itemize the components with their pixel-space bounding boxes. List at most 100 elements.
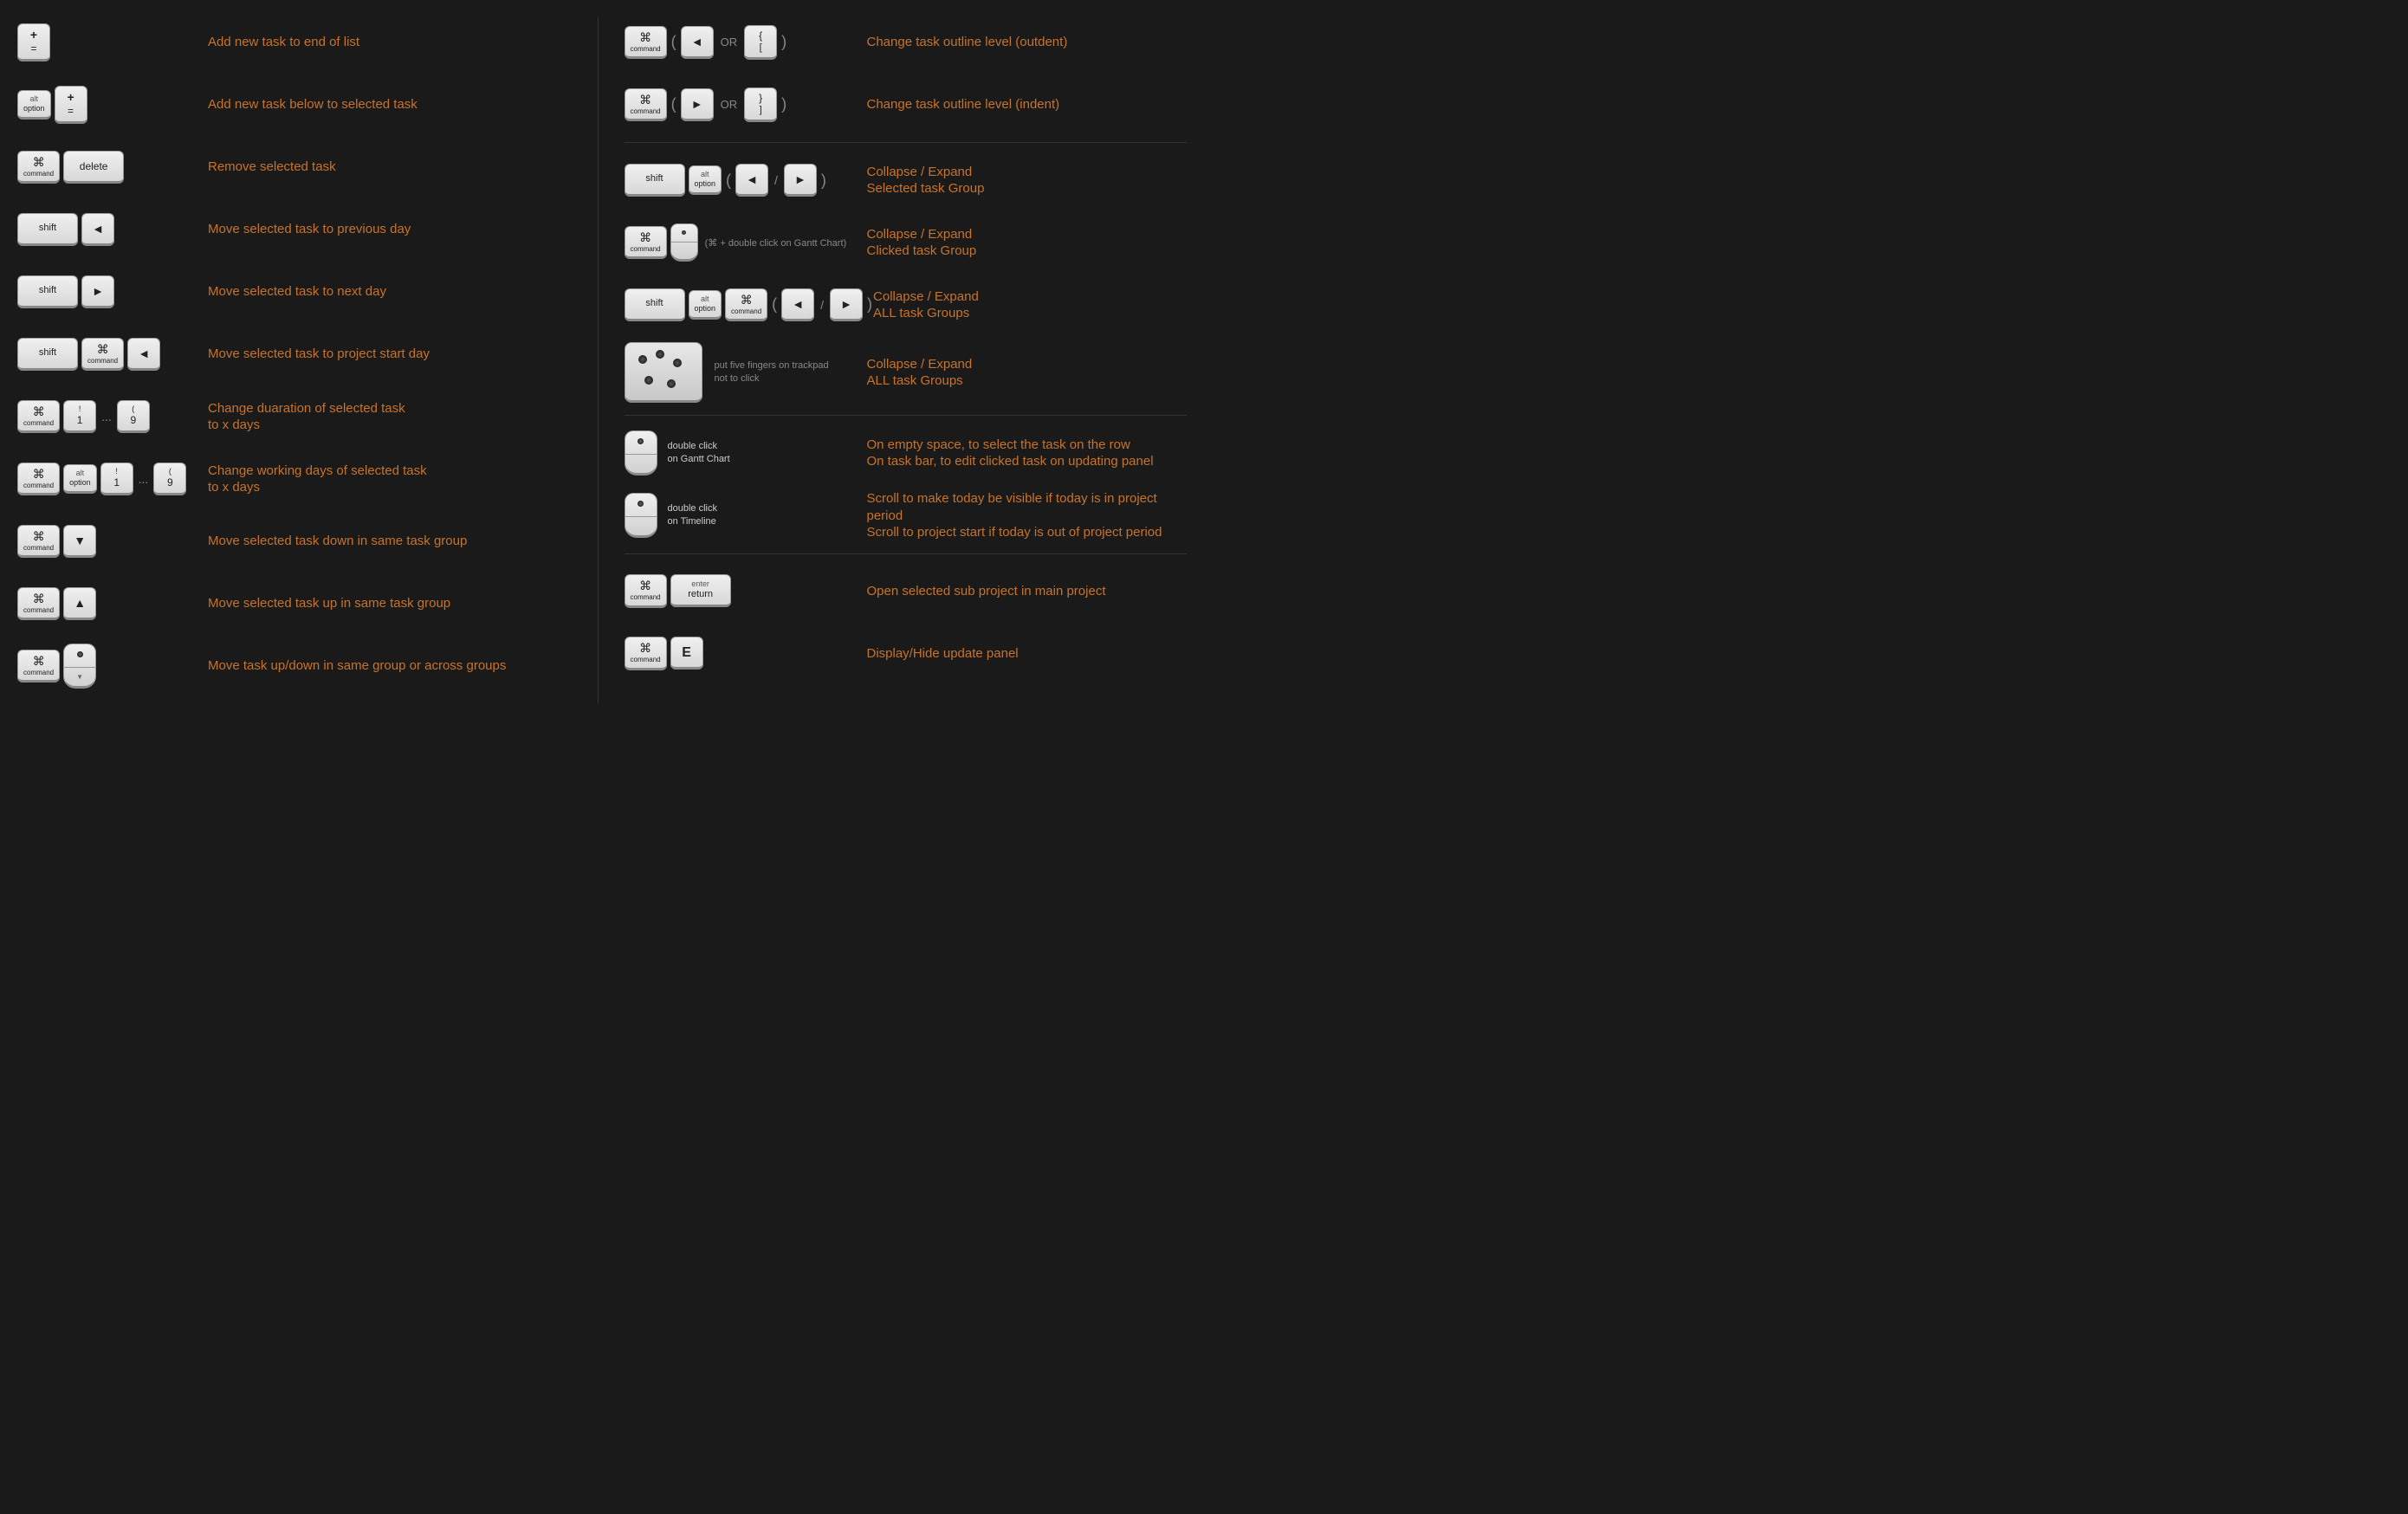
- shortcut-collapse-all: shift alt option ⌘ command ( ◄ / ►: [625, 280, 1188, 330]
- desc-display-panel: Display/Hide update panel: [867, 645, 1188, 663]
- key-command-6: ⌘ command: [17, 587, 60, 620]
- desc-prev-day: Move selected task to previous day: [208, 221, 580, 238]
- key-left-arrow-2: ◄: [127, 338, 160, 371]
- desc-remove: Remove selected task: [208, 159, 580, 176]
- key-right-collapse: ►: [784, 164, 817, 197]
- dbl-click-gantt-label: (⌘ + double click on Gantt Chart): [705, 237, 847, 249]
- key-right-all: ►: [830, 288, 863, 321]
- dots-working: ...: [139, 472, 149, 486]
- key-left-collapse: ◄: [735, 164, 768, 197]
- mouse-dot-small: [682, 230, 686, 235]
- keys-prev-day: shift ◄: [17, 213, 208, 246]
- keys-trackpad: put five fingers on trackpadnot to click: [625, 342, 867, 403]
- desc-trackpad: Collapse / ExpandALL task Groups: [867, 356, 1188, 390]
- keys-outdent: ⌘ command ( ◄ OR { [ ): [625, 25, 867, 60]
- keys-start-day: shift ⌘ command ◄: [17, 338, 208, 371]
- key-shift-r1: shift: [625, 164, 685, 197]
- keys-add-below: alt option + =: [17, 86, 208, 123]
- desc-collapse-all: Collapse / ExpandALL task Groups: [873, 288, 1187, 322]
- keys-move-mouse: ⌘ command ▼: [17, 644, 208, 689]
- key-1-working: ! 1: [100, 463, 133, 495]
- or-outdent: OR: [721, 36, 738, 49]
- keys-next-day: shift ►: [17, 275, 208, 308]
- key-alt-option-1: alt option: [17, 90, 51, 120]
- paren-close-1: ): [781, 33, 786, 51]
- key-command-r2: ⌘ command: [625, 88, 667, 121]
- paren-close-4: ): [867, 295, 872, 314]
- key-plus-equal: + =: [17, 23, 50, 61]
- key-alt-option-r2: alt option: [689, 290, 722, 320]
- right-shortcuts-column: ⌘ command ( ◄ OR { [ ) Change task outli…: [599, 17, 1188, 703]
- desc-add-end: Add new task to end of list: [208, 34, 580, 51]
- key-command-7: ⌘ command: [17, 650, 60, 683]
- paren-open-4: (: [772, 295, 777, 314]
- keys-working-days: ⌘ command alt option ! 1 ... ( 9: [17, 463, 208, 495]
- key-plus-equal-2: + =: [55, 86, 87, 123]
- paren-open-3: (: [726, 171, 731, 190]
- key-command-r4: ⌘ command: [725, 288, 767, 321]
- mouse-line-small: [671, 242, 697, 243]
- divider-3: [625, 553, 1188, 554]
- dbl-timeline-label: double clickon Timeline: [668, 502, 717, 529]
- key-right-arrow-indent: ►: [681, 88, 714, 121]
- five-fingers-label: put five fingers on trackpadnot to click: [715, 359, 829, 386]
- keys-remove: ⌘ command delete: [17, 151, 208, 184]
- finger-dot-5: [667, 379, 676, 388]
- shortcut-dbl-timeline: double clickon Timeline Scroll to make t…: [625, 490, 1188, 541]
- mouse-gantt-clicked: [670, 223, 698, 262]
- key-left-arrow-1: ◄: [81, 213, 114, 246]
- keys-dbl-gantt: double clickon Gantt Chart: [625, 430, 867, 476]
- keys-collapse-selected: shift alt option ( ◄ / ► ): [625, 164, 867, 197]
- key-command-4: ⌘ command: [17, 463, 60, 495]
- paren-open-2: (: [671, 95, 676, 113]
- desc-collapse-clicked: Collapse / ExpandClicked task Group: [867, 226, 1188, 260]
- shortcut-start-day: shift ⌘ command ◄ Move selected task to …: [17, 329, 580, 379]
- left-shortcuts-column: + = Add new task to end of list alt opti…: [17, 17, 599, 703]
- key-shift-r2: shift: [625, 288, 685, 321]
- dots-duration: ...: [101, 410, 112, 424]
- desc-move-up: Move selected task up in same task group: [208, 595, 580, 612]
- finger-dot-3: [673, 359, 682, 367]
- mouse-line-gantt: [625, 454, 657, 455]
- shortcut-next-day: shift ► Move selected task to next day: [17, 267, 580, 317]
- keys-open-sub: ⌘ command enter return: [625, 574, 867, 607]
- mouse-dot-timeline: [638, 501, 644, 507]
- desc-dbl-timeline: Scroll to make today be visible if today…: [867, 490, 1188, 541]
- shortcut-move-mouse: ⌘ command ▼ Move task up/down in same gr…: [17, 641, 580, 691]
- shortcut-prev-day: shift ◄ Move selected task to previous d…: [17, 204, 580, 255]
- desc-start-day: Move selected task to project start day: [208, 346, 580, 363]
- paren-open-1: (: [671, 33, 676, 51]
- keys-move-down: ⌘ command ▼: [17, 525, 208, 558]
- desc-move-down: Move selected task down in same task gro…: [208, 533, 580, 550]
- finger-dot-2: [656, 350, 664, 359]
- key-9-duration: ( 9: [117, 400, 150, 433]
- keys-dbl-timeline: double clickon Timeline: [625, 493, 867, 538]
- shortcut-add-end: + = Add new task to end of list: [17, 17, 580, 68]
- finger-dot-1: [638, 355, 647, 364]
- keys-collapse-all: shift alt option ⌘ command ( ◄ / ►: [625, 288, 874, 321]
- finger-dot-4: [644, 376, 653, 385]
- key-command-r1: ⌘ command: [625, 26, 667, 59]
- desc-outdent: Change task outline level (outdent): [867, 34, 1188, 51]
- key-left-all: ◄: [781, 288, 814, 321]
- keys-collapse-clicked: ⌘ command (⌘ + double click on Gantt Cha…: [625, 223, 867, 262]
- key-brace-close: } ]: [744, 87, 777, 122]
- slash-2: /: [820, 298, 824, 312]
- key-command-r5: ⌘ command: [625, 574, 667, 607]
- shortcut-add-below: alt option + = Add new task below to sel…: [17, 80, 580, 130]
- keys-display-panel: ⌘ command E: [625, 637, 867, 670]
- paren-close-3: ): [821, 171, 826, 190]
- shortcut-move-down: ⌘ command ▼ Move selected task down in s…: [17, 516, 580, 566]
- divider-1: [625, 142, 1188, 143]
- slash-1: /: [774, 173, 778, 187]
- shortcut-collapse-clicked: ⌘ command (⌘ + double click on Gantt Cha…: [625, 217, 1188, 268]
- desc-next-day: Move selected task to next day: [208, 283, 580, 301]
- mouse-timeline: [625, 493, 657, 538]
- shortcut-dbl-gantt: double clickon Gantt Chart On empty spac…: [625, 428, 1188, 478]
- desc-dbl-gantt: On empty space, to select the task on th…: [867, 437, 1188, 470]
- mouse-icon: ▼: [63, 644, 96, 689]
- divider-2: [625, 415, 1188, 416]
- keys-move-up: ⌘ command ▲: [17, 587, 208, 620]
- key-up-arrow: ▲: [63, 587, 96, 620]
- paren-close-2: ): [781, 95, 786, 113]
